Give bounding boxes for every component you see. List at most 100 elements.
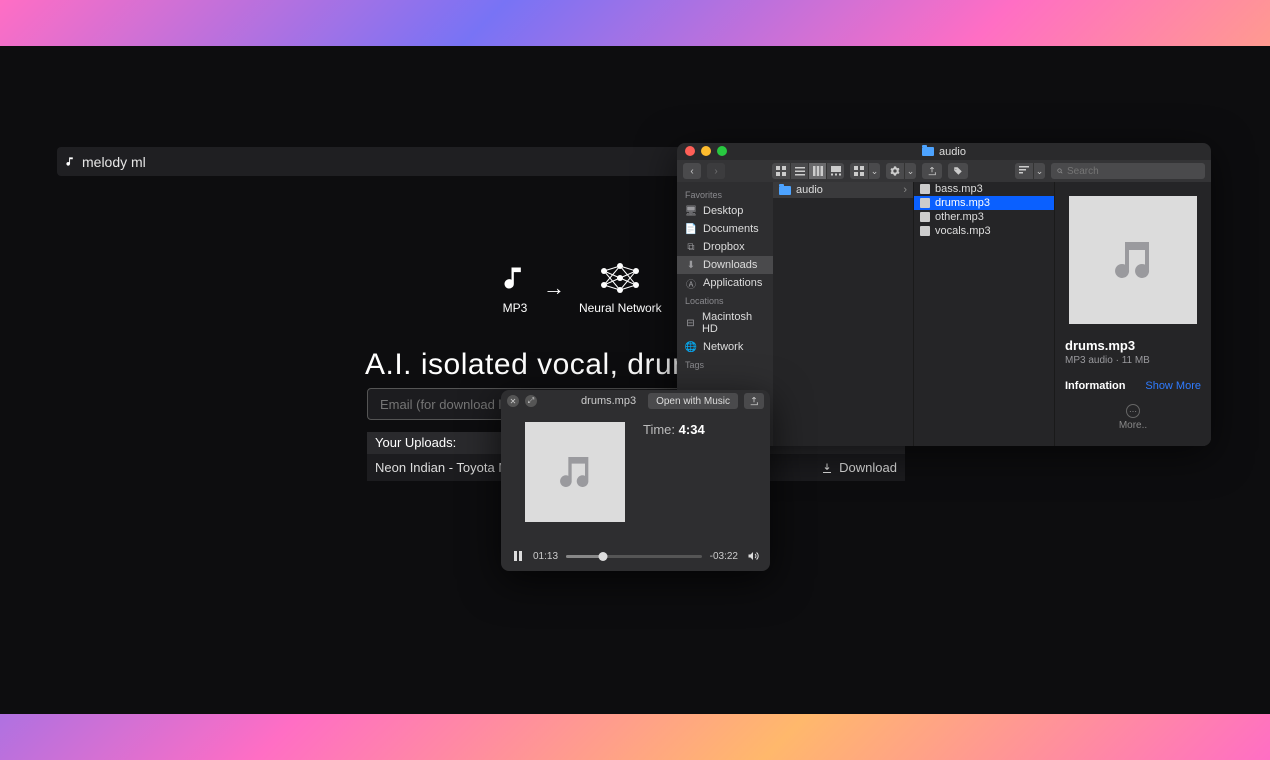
ellipsis-icon: ⋯ (1126, 404, 1140, 418)
file-item[interactable]: other.mp3 (914, 210, 1054, 224)
share-icon (927, 166, 937, 176)
action-menu[interactable] (886, 163, 904, 179)
time-duration: 4:34 (679, 422, 705, 437)
neural-network-node: Neural Network (579, 261, 662, 315)
sidebar-item-label: Macintosh HD (702, 311, 765, 335)
downloads-icon: ⬇ (685, 259, 697, 271)
icon-view-button[interactable] (772, 163, 790, 179)
finder-toolbar: ‹ › ⌄ ⌄ (677, 160, 1211, 182)
chevron-right-icon: › (903, 184, 907, 196)
search-icon (1057, 166, 1063, 176)
player-controls: 01:13 -03:22 (511, 549, 760, 563)
finder-titlebar[interactable]: audio (677, 143, 1211, 160)
volume-icon (746, 550, 760, 562)
sidebar-item-desktop[interactable]: 🖥Desktop (677, 202, 773, 220)
group-icon (854, 166, 864, 176)
sidebar-item-dropbox[interactable]: ⧉Dropbox (677, 238, 773, 256)
action-dropdown[interactable]: ⌄ (904, 163, 916, 179)
sidebar-item-documents[interactable]: 📄Documents (677, 220, 773, 238)
column-view-button[interactable] (808, 163, 826, 179)
quicklook-titlebar[interactable]: ✕ ⤢ drums.mp3 Open with Music (501, 390, 770, 412)
window-title-text: audio (939, 146, 966, 158)
group-button[interactable] (850, 163, 868, 179)
time-elapsed: 01:13 (533, 551, 558, 562)
nn-label: Neural Network (579, 301, 662, 315)
information-label: Information (1065, 380, 1126, 392)
sidebar-item-downloads[interactable]: ⬇ Downloads (677, 256, 773, 274)
music-note-icon (501, 261, 529, 295)
preview-subtitle: MP3 audio · 11 MB (1065, 355, 1150, 366)
view-mode-group (772, 163, 844, 179)
finder-column-1: audio › (773, 182, 914, 446)
columns-icon (813, 166, 823, 176)
file-item[interactable]: bass.mp3 (914, 182, 1054, 196)
traffic-lights (685, 146, 727, 156)
sidebar-item-label: Desktop (703, 205, 743, 217)
preview-thumbnail (1069, 196, 1197, 324)
list-view-button[interactable] (790, 163, 808, 179)
pause-icon (513, 551, 523, 561)
sidebar-item-label: Downloads (703, 259, 757, 271)
file-item[interactable]: vocals.mp3 (914, 224, 1054, 238)
forward-button[interactable]: › (707, 163, 725, 179)
grid-icon (776, 166, 786, 176)
back-button[interactable]: ‹ (683, 163, 701, 179)
file-label: other.mp3 (935, 211, 984, 223)
minimize-button[interactable] (701, 146, 711, 156)
show-more-link[interactable]: Show More (1145, 380, 1201, 392)
expand-button[interactable]: ⤢ (525, 395, 537, 407)
share-button[interactable] (744, 393, 764, 409)
sort-icon (1019, 166, 1029, 176)
sort-button[interactable] (1015, 163, 1033, 179)
search-field[interactable] (1051, 163, 1205, 179)
quicklook-window: ✕ ⤢ drums.mp3 Open with Music Time: 4:34… (501, 390, 770, 571)
zoom-button[interactable] (717, 146, 727, 156)
folder-icon (779, 186, 791, 195)
folder-item-audio[interactable]: audio › (773, 182, 913, 198)
open-with-button[interactable]: Open with Music (648, 393, 738, 409)
file-label: vocals.mp3 (935, 225, 991, 237)
tag-icon (953, 166, 963, 176)
file-icon (920, 184, 930, 194)
close-button[interactable] (685, 146, 695, 156)
tags-button[interactable] (948, 163, 968, 179)
sidebar-item-macintosh-hd[interactable]: ⊟Macintosh HD (677, 308, 773, 338)
arrow-right-icon: → (543, 275, 565, 301)
gallery-view-button[interactable] (826, 163, 844, 179)
sort-dropdown[interactable]: ⌄ (1033, 163, 1045, 179)
file-icon (920, 212, 930, 222)
dropbox-icon: ⧉ (685, 241, 697, 253)
download-link[interactable]: Download (821, 460, 897, 475)
preview-filename: drums.mp3 (1065, 338, 1135, 353)
file-label: bass.mp3 (935, 183, 983, 195)
volume-button[interactable] (746, 550, 760, 562)
locations-heading: Locations (677, 292, 773, 308)
folder-icon (922, 147, 934, 156)
progress-knob[interactable] (598, 552, 607, 561)
progress-slider[interactable] (566, 555, 702, 558)
network-icon: 🌐 (685, 341, 697, 353)
download-label: Download (839, 460, 897, 475)
search-input[interactable] (1067, 166, 1199, 177)
file-item[interactable]: drums.mp3 (914, 196, 1054, 210)
music-note-icon (1109, 236, 1157, 284)
action-group: ⌄ (886, 163, 916, 179)
sidebar-item-label: Applications (703, 277, 762, 289)
share-button[interactable] (922, 163, 942, 179)
close-button[interactable]: ✕ (507, 395, 519, 407)
preview-info-row: Information Show More (1065, 380, 1201, 392)
neural-network-icon (599, 261, 641, 295)
preview-more[interactable]: ⋯ More.. (1119, 404, 1147, 431)
gear-icon (890, 166, 900, 176)
finder-preview-column: drums.mp3 MP3 audio · 11 MB Information … (1055, 182, 1211, 446)
sidebar-item-applications[interactable]: ⒶApplications (677, 274, 773, 292)
sidebar-item-network[interactable]: 🌐Network (677, 338, 773, 356)
sort-group: ⌄ (1015, 163, 1045, 179)
quicklook-artwork (525, 422, 625, 522)
group-dropdown[interactable]: ⌄ (868, 163, 880, 179)
mp3-label: MP3 (503, 301, 528, 315)
share-icon (749, 396, 759, 406)
list-icon (795, 166, 805, 176)
file-icon (920, 226, 930, 236)
pause-button[interactable] (511, 549, 525, 563)
